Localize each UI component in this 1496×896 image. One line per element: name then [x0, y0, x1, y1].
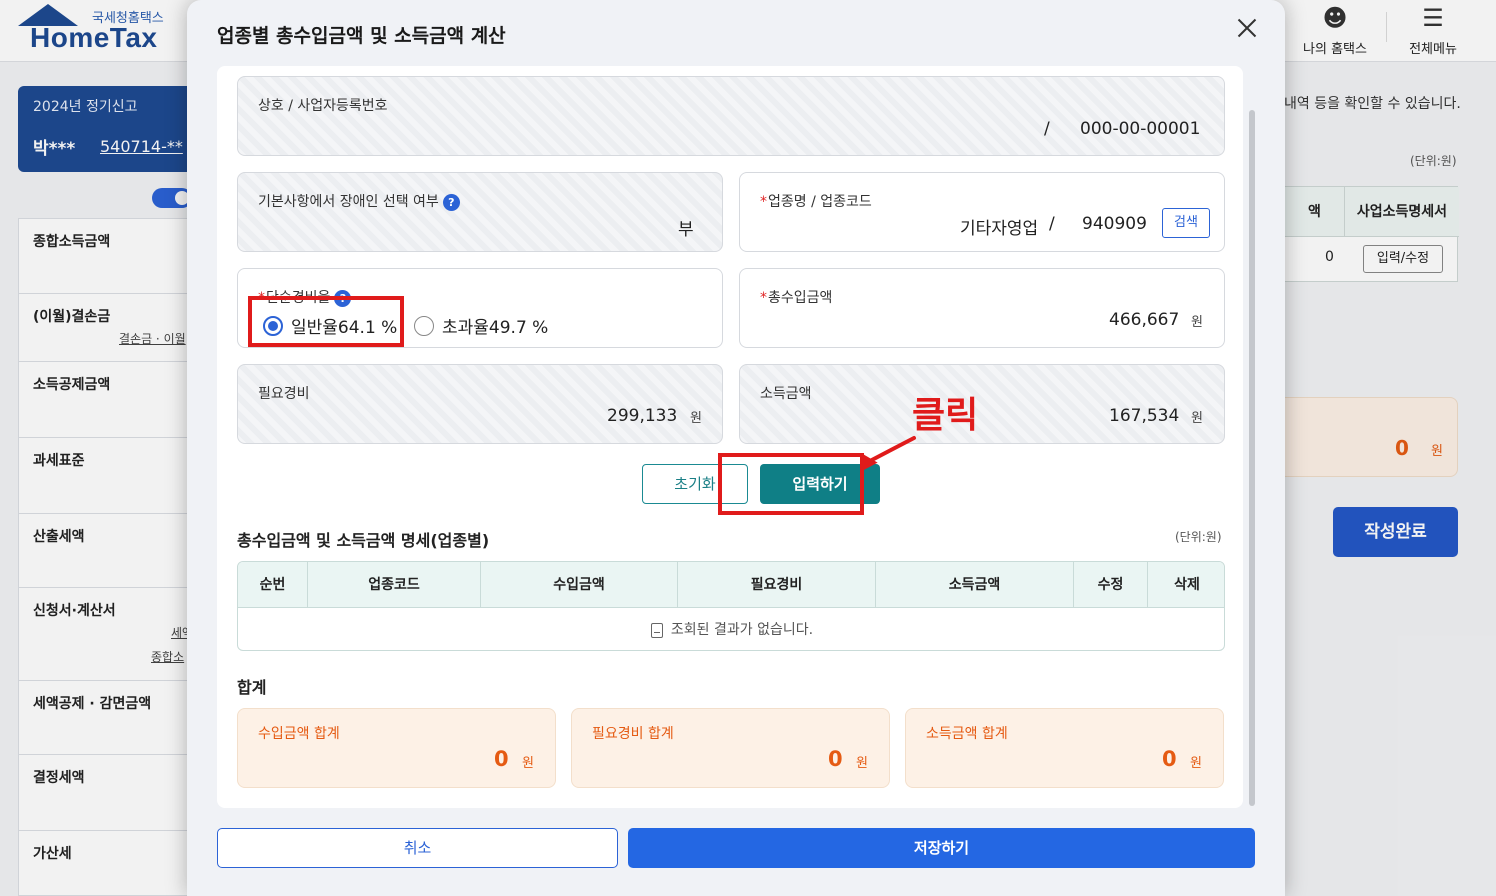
modal-title: 업종별 총수입금액 및 소득금액 계산 — [217, 25, 506, 47]
income-calc-modal: 업종별 총수입금액 및 소득금액 계산 상호 / 사업자등록번호 / 000-0… — [187, 0, 1285, 896]
industry-name: 기타자영업 — [960, 219, 1039, 239]
expenses-value: 299,133 — [607, 406, 678, 426]
column-header: 업종코드 — [308, 562, 481, 608]
highlight-enter-button — [718, 453, 864, 515]
total-expenses-unit: 원 — [856, 756, 868, 771]
business-info-field: 상호 / 사업자등록번호 / 000-00-00001 — [237, 76, 1225, 156]
total-expenses-label: 필요경비 합계 — [592, 726, 674, 742]
total-income-label: 소득금액 합계 — [926, 726, 1008, 742]
total-expenses-value: 0 — [828, 747, 843, 771]
industry-search-button[interactable]: 검색 — [1162, 208, 1210, 238]
annotation-click-label: 클릭 — [912, 395, 979, 436]
gross-income-label-text: 총수입금액 — [768, 290, 833, 306]
radio-label: 초과율49.7 % — [442, 318, 549, 338]
total-income-value: 0 — [1162, 747, 1177, 771]
totals-title: 합계 — [237, 678, 267, 697]
empty-result: 조회된 결과가 없습니다. — [238, 608, 1224, 650]
column-header: 수입금액 — [481, 562, 678, 608]
modal-content: 상호 / 사업자등록번호 / 000-00-00001 기본사항에서 장애인 선… — [217, 66, 1243, 808]
radio-excess-rate[interactable]: 초과율49.7 % — [414, 313, 548, 338]
detail-table: 순번 업종코드 수입금액 필요경비 소득금액 수정 삭제 조회된 결과가 없습니… — [237, 561, 1225, 651]
detail-unit: (단위:원) — [1175, 530, 1222, 544]
help-icon[interactable]: ? — [442, 193, 460, 211]
disabled-status-label: 기본사항에서 장애인 선택 여부? — [258, 191, 460, 211]
column-header: 수정 — [1074, 562, 1148, 608]
document-icon — [650, 622, 663, 638]
industry-label: *업종명 / 업종코드 — [760, 194, 872, 210]
industry-field: *업종명 / 업종코드 기타자영업 / 940909 검색 — [739, 172, 1225, 252]
total-income-unit: 원 — [1190, 756, 1202, 771]
income-unit: 원 — [1191, 411, 1203, 426]
expenses-unit: 원 — [690, 411, 702, 426]
business-slash: / — [1044, 119, 1050, 139]
disabled-status-value: 부 — [678, 220, 694, 240]
total-revenue-value: 0 — [494, 747, 509, 771]
expenses-label: 필요경비 — [258, 386, 310, 402]
column-header: 순번 — [238, 562, 308, 608]
close-icon[interactable] — [1233, 14, 1261, 42]
cancel-button[interactable]: 취소 — [217, 828, 618, 868]
highlight-general-rate — [248, 296, 404, 347]
total-revenue-box: 수입금액 합계 0 원 — [237, 708, 556, 788]
empty-result-text: 조회된 결과가 없습니다. — [670, 622, 814, 638]
industry-label-text: 업종명 / 업종코드 — [768, 194, 872, 210]
total-expenses-box: 필요경비 합계 0 원 — [571, 708, 890, 788]
scrollbar-thumb[interactable] — [1249, 110, 1255, 806]
column-header: 소득금액 — [876, 562, 1074, 608]
business-info-label: 상호 / 사업자등록번호 — [258, 98, 388, 114]
radio-unselected-icon — [414, 315, 434, 336]
annotation-arrow-icon — [859, 436, 916, 472]
disabled-status-label-text: 기본사항에서 장애인 선택 여부 — [258, 194, 439, 210]
gross-income-unit: 원 — [1191, 315, 1203, 330]
expenses-field: 필요경비 299,133 원 — [237, 364, 723, 444]
industry-slash: / — [1049, 214, 1055, 234]
total-revenue-unit: 원 — [522, 756, 534, 771]
industry-code: 940909 — [1082, 214, 1147, 234]
save-button[interactable]: 저장하기 — [628, 828, 1255, 868]
income-value: 167,534 — [1109, 406, 1180, 426]
detail-section-title: 총수입금액 및 소득금액 명세(업종별) — [237, 531, 490, 550]
column-header: 삭제 — [1174, 577, 1200, 593]
total-income-box: 소득금액 합계 0 원 — [905, 708, 1224, 788]
total-revenue-label: 수입금액 합계 — [258, 726, 340, 742]
income-label: 소득금액 — [760, 386, 812, 402]
column-header: 필요경비 — [678, 562, 876, 608]
disabled-status-field: 기본사항에서 장애인 선택 여부? 부 — [237, 172, 723, 252]
gross-income-value[interactable]: 466,667 — [1109, 310, 1179, 330]
detail-table-header: 순번 업종코드 수입금액 필요경비 소득금액 수정 삭제 — [238, 562, 1224, 608]
income-field: 소득금액 167,534 원 — [739, 364, 1225, 444]
gross-income-field[interactable]: *총수입금액 466,667 원 — [739, 268, 1225, 348]
gross-income-label: *총수입금액 — [760, 290, 833, 306]
business-reg-no: 000-00-00001 — [1080, 119, 1201, 139]
